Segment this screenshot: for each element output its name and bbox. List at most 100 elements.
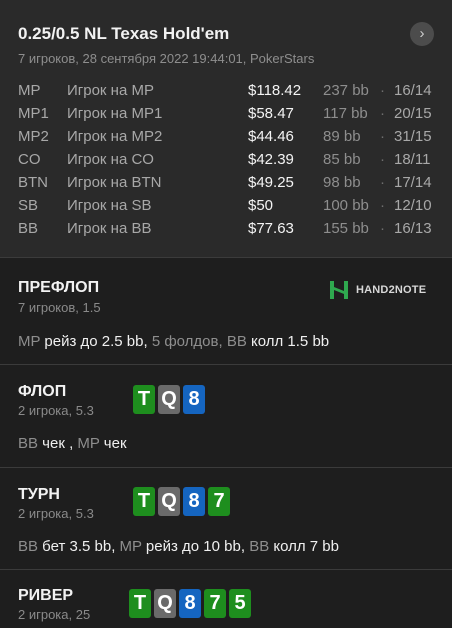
player-position: BB [18,220,39,237]
action-position: MP [18,333,41,350]
action-text: рейз до 10 bb, [141,538,250,555]
board-card: Q [154,589,176,618]
player-row[interactable]: MP1 Игрок на MP1 $58.47 117 bb · 20/15 [0,102,452,125]
player-position: CO [18,151,41,168]
action-text: рейз до 2.5 bb, [40,333,152,350]
action-text: колл 7 bb [269,538,339,555]
player-stack-bb: 237 bb [323,82,369,99]
action-position: BB [249,538,270,555]
player-stack: $58.47 [248,105,294,122]
hand-subtitle: 7 игроков, 28 сентября 2022 19:44:01, Po… [18,51,315,66]
hand-title: 0.25/0.5 NL Texas Hold'em [18,24,230,43]
player-stack: $118.42 [248,82,302,99]
player-stack-bb: 89 bb [323,128,361,145]
separator-dot: · [380,128,385,145]
board-card: 8 [183,487,205,516]
player-stats: 16/13 [394,220,432,237]
player-stack: $42.39 [248,151,294,168]
board-cards: TQ87 [133,487,230,516]
separator-dot: · [380,151,385,168]
logo-text: HAND2NOTE [356,284,427,296]
action-position: BB [18,435,39,452]
player-stats: 17/14 [394,174,432,191]
player-stack: $50 [248,197,274,214]
player-row[interactable]: MP Игрок на MP $118.42 237 bb · 16/14 [0,79,452,102]
street-title: ТУРН [18,486,60,503]
board-card: 7 [208,487,230,516]
player-stack-bb: 155 bb [323,220,369,237]
board-card: T [129,589,151,618]
board-card: 7 [204,589,226,618]
player-row[interactable]: MP2 Игрок на MP2 $44.46 89 bb · 31/15 [0,125,452,148]
player-position: SB [18,197,39,214]
board-card: Q [158,385,180,414]
street-flop: ФЛОП 2 игрока, 5.3 TQ8 BB чек , MP чек [0,364,452,468]
player-position: MP2 [18,128,49,145]
player-stack-bb: 85 bb [323,151,361,168]
player-position: MP1 [18,105,49,122]
action-position: MP [77,435,100,452]
player-row[interactable]: BB Игрок на BB $77.63 155 bb · 16/13 [0,217,452,240]
player-stack: $77.63 [248,220,294,237]
player-row[interactable]: CO Игрок на CO $42.39 85 bb · 18/11 [0,148,452,171]
separator-dot: · [380,105,385,122]
street-subtitle: 2 игрока, 25 [18,607,91,622]
action-text: бет 3.5 bb, [38,538,120,555]
separator-dot: · [380,174,385,191]
next-hand-button[interactable]: › [410,22,434,46]
hand2note-logo-icon [330,281,348,299]
player-position: BTN [18,174,48,191]
player-stats: 20/15 [394,105,432,122]
street-preflop: ПРЕФЛОП 7 игроков, 1.5 HAND2NOTE MP рейз… [0,257,452,365]
board-card: T [133,385,155,414]
street-subtitle: 2 игрока, 5.3 [18,403,94,418]
separator-dot: · [380,197,385,214]
action-position: MP [119,538,142,555]
action-folds: 5 фолдов, [151,333,227,350]
action-position: BB [18,538,39,555]
player-stats: 12/10 [394,197,432,214]
player-name: Игрок на SB [67,197,152,214]
hand2note-logo: HAND2NOTE [328,279,426,301]
action-text: колл 1.5 bb [246,333,330,350]
player-stack-bb: 100 bb [323,197,369,214]
action-text: чек , [38,435,78,452]
street-title: ФЛОП [18,383,67,400]
player-position: MP [18,82,41,99]
board-card: 5 [229,589,251,618]
player-stack-bb: 117 bb [323,105,368,122]
street-river: РИВЕР 2 игрока, 25 TQ875 [0,569,452,628]
player-name: Игрок на MP2 [67,128,163,145]
player-stats: 18/11 [394,151,431,168]
player-name: Игрок на CO [67,151,154,168]
player-stack: $44.46 [248,128,294,145]
hand-header: 0.25/0.5 NL Texas Hold'em 7 игроков, 28 … [0,0,452,257]
player-row[interactable]: BTN Игрок на BTN $49.25 98 bb · 17/14 [0,171,452,194]
street-actions: MP рейз до 2.5 bb, 5 фолдов, BB колл 1.5… [18,333,329,350]
player-row[interactable]: SB Игрок на SB $50 100 bb · 12/10 [0,194,452,217]
player-name: Игрок на BB [67,220,152,237]
board-cards: TQ8 [133,385,205,414]
street-actions: BB бет 3.5 bb, MP рейз до 10 bb, BB колл… [18,538,339,555]
street-subtitle: 7 игроков, 1.5 [18,300,101,315]
player-name: Игрок на BTN [67,174,162,191]
player-stats: 31/15 [394,128,432,145]
separator-dot: · [380,82,385,99]
separator-dot: · [380,220,385,237]
player-name: Игрок на MP1 [67,105,163,122]
board-cards: TQ875 [129,589,251,618]
board-card: Q [158,487,180,516]
board-card: 8 [183,385,205,414]
street-title: РИВЕР [18,587,74,604]
street-subtitle: 2 игрока, 5.3 [18,506,94,521]
player-name: Игрок на MP [67,82,154,99]
street-turn: ТУРН 2 игрока, 5.3 TQ87 BB бет 3.5 bb, M… [0,467,452,570]
board-card: 8 [179,589,201,618]
board-card: T [133,487,155,516]
action-position: BB [226,333,247,350]
action-text: чек [99,435,127,452]
street-actions: BB чек , MP чек [18,435,127,452]
player-stack-bb: 98 bb [323,174,361,191]
chevron-right-icon: › [419,25,425,42]
street-title: ПРЕФЛОП [18,279,100,296]
